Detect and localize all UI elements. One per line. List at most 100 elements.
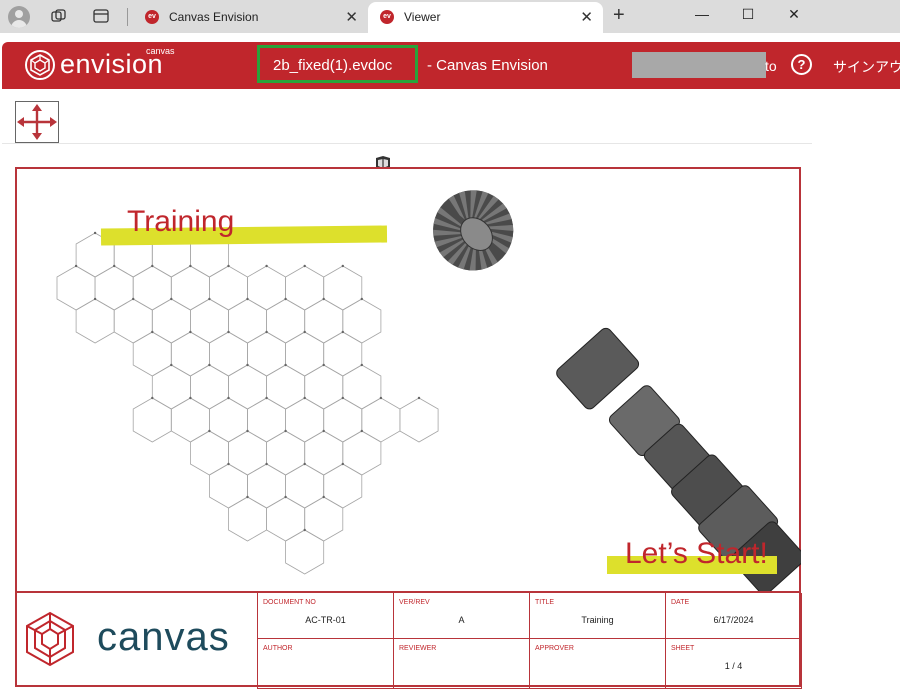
new-tab-button[interactable]: + — [613, 4, 625, 27]
tab-title: Viewer — [404, 10, 441, 24]
hexagon-cell — [94, 265, 134, 311]
drawing-sheet: Training Let’s Start! canvas DOCUMENT NO… — [15, 167, 802, 689]
hexagon-node — [322, 297, 325, 301]
hexagon-cell — [304, 364, 344, 410]
hexagon-cell — [170, 265, 210, 311]
hexagon-node — [170, 363, 173, 367]
help-icon[interactable]: ? — [791, 54, 812, 75]
canvas-brand-text: canvas — [97, 615, 230, 659]
ver-rev-label: VER/REV — [399, 599, 430, 606]
hexagon-cell — [75, 298, 115, 344]
hexagon-cell — [170, 397, 210, 443]
tab-actions-icon[interactable] — [92, 7, 110, 25]
hexagon-node — [303, 528, 306, 532]
hexagon-cell — [285, 265, 325, 311]
maximize-button[interactable]: ☐ — [725, 2, 771, 30]
hexagon-cell — [285, 397, 325, 443]
hexagon-cell — [132, 331, 172, 377]
hexagon-cell — [304, 430, 344, 476]
hexagon-cell — [132, 397, 172, 443]
hexagon-cell — [285, 529, 325, 575]
hexagon-node — [284, 297, 287, 301]
hexagon-cell — [56, 265, 96, 311]
hexagon-node — [265, 330, 268, 334]
hexagon-node — [341, 264, 344, 268]
sheet-label: SHEET — [671, 645, 695, 652]
hexagon-node — [265, 462, 268, 466]
hexagon-cell — [208, 265, 248, 311]
workspaces-icon[interactable] — [50, 7, 68, 25]
hexagon-node — [341, 462, 344, 466]
hexagon-cell — [228, 496, 268, 542]
hexagon-cell — [266, 430, 306, 476]
hexagon-grid-pattern — [56, 231, 439, 575]
hexagon-node — [151, 264, 154, 268]
hexagon-node — [303, 396, 306, 400]
hexagon-cell — [266, 496, 306, 542]
hexagon-node — [170, 297, 173, 301]
tab-close-icon[interactable]: ✕ — [580, 8, 593, 26]
document-no-cell: DOCUMENT NO AC-TR-01 — [258, 593, 394, 639]
hexagon-cell — [285, 331, 325, 377]
engine-segment — [556, 327, 640, 410]
hexagon-cell — [342, 430, 382, 476]
tab-canvas-envision[interactable]: ev Canvas Envision ✕ — [133, 2, 368, 33]
hexagon-node — [132, 297, 135, 301]
reviewer-label: REVIEWER — [399, 645, 437, 652]
author-label: AUTHOR — [263, 645, 293, 652]
document-no-value: AC-TR-01 — [305, 615, 346, 625]
minimize-button[interactable]: — — [679, 2, 725, 30]
hexagon-cell — [323, 463, 363, 509]
hexagon-node — [379, 396, 383, 400]
hexagon-node — [189, 264, 192, 268]
hexagon-node — [303, 462, 306, 466]
profile-avatar-icon[interactable] — [8, 6, 30, 28]
hexagon-node — [208, 429, 211, 433]
document-name: 2b_fixed(1).evdoc — [273, 57, 393, 74]
ver-rev-cell: VER/REV A — [394, 593, 530, 639]
hexagon-node — [360, 363, 363, 367]
hexagon-cell — [266, 364, 306, 410]
hexagon-cell — [323, 331, 363, 377]
hexagon-node — [189, 396, 192, 400]
user-name-redacted — [632, 52, 766, 78]
hexagon-cell — [132, 265, 172, 311]
envision-favicon-icon: ev — [380, 10, 394, 24]
approver-label: APPROVER — [535, 645, 574, 652]
hexagon-node — [208, 363, 211, 367]
hexagon-cell — [151, 364, 191, 410]
approver-cell: APPROVER — [530, 639, 666, 689]
hexagon-cell — [228, 364, 268, 410]
tab-title: Canvas Envision — [169, 10, 259, 24]
envision-logo-icon — [25, 50, 55, 80]
document-no-label: DOCUMENT NO — [263, 599, 316, 606]
sheet-value: 1 / 4 — [724, 661, 743, 671]
hexagon-node — [246, 363, 249, 367]
close-window-button[interactable]: ✕ — [771, 2, 817, 30]
hexagon-node — [227, 462, 230, 466]
hexagon-node — [93, 231, 97, 235]
hexagon-cell — [323, 397, 363, 443]
hexagon-cell — [304, 496, 344, 542]
hexagon-cell — [342, 298, 382, 344]
hexagon-node — [322, 429, 325, 433]
hexagon-cell — [151, 298, 191, 344]
hexagon-cell — [189, 364, 229, 410]
sheet-cell: SHEET 1 / 4 — [666, 639, 802, 689]
hexagon-node — [227, 396, 230, 400]
hexagon-cell — [208, 397, 248, 443]
envision-favicon-icon: ev — [145, 10, 159, 24]
hexagon-node — [265, 396, 268, 400]
hexagon-node — [322, 495, 325, 499]
browser-tab-strip: ev Canvas Envision ✕ ev Viewer ✕ + — ☐ ✕ — [0, 0, 900, 33]
hexagon-node — [341, 330, 344, 334]
date-value: 6/17/2024 — [713, 615, 754, 625]
tab-close-icon[interactable]: ✕ — [345, 8, 358, 26]
signout-button[interactable]: サインアウト — [833, 57, 900, 77]
tab-viewer[interactable]: ev Viewer ✕ — [368, 2, 603, 33]
ver-rev-value: A — [458, 615, 465, 625]
hexagon-node — [303, 330, 306, 334]
fit-to-view-button[interactable] — [15, 101, 59, 143]
hexagon-cell — [228, 298, 268, 344]
hexagon-node — [151, 396, 154, 400]
